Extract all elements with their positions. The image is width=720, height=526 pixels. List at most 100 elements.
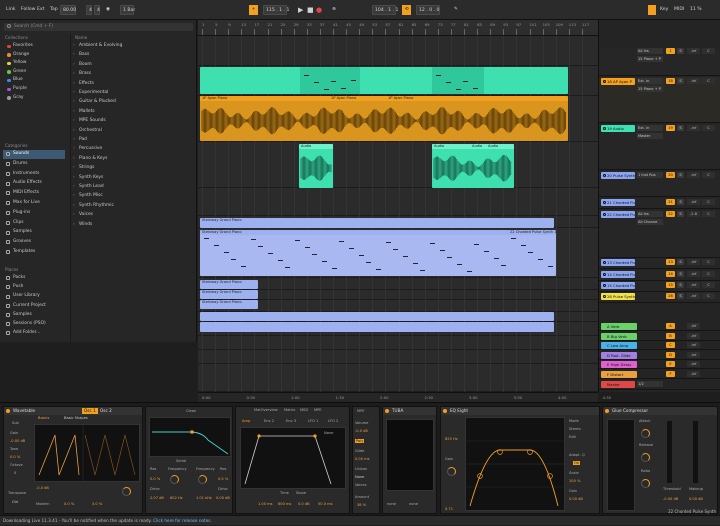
volume-value[interactable]: -inf xyxy=(687,282,700,288)
midi-button[interactable]: MIDI xyxy=(672,5,686,15)
solo-button[interactable]: S xyxy=(677,211,684,217)
freq2-knob[interactable] xyxy=(198,475,207,484)
quantize-select[interactable]: 1 Bar xyxy=(120,5,135,15)
drive2-value[interactable]: 0.00 dB xyxy=(216,496,230,500)
decay-value[interactable]: 600 ms xyxy=(278,502,291,506)
track-name[interactable]: 19 Audio xyxy=(601,125,635,132)
sig-num-field[interactable]: 4 xyxy=(86,5,92,15)
place-item[interactable]: Add Folder... xyxy=(3,329,65,338)
envelope-display[interactable] xyxy=(240,427,346,489)
wavetable-display[interactable] xyxy=(34,424,140,482)
volume-value[interactable]: -inf xyxy=(687,78,700,84)
solo-button[interactable]: S xyxy=(677,259,684,265)
return-volume[interactable]: -inf xyxy=(687,361,700,368)
volume-value[interactable]: -inf xyxy=(687,271,700,277)
browser-list-item[interactable]: › Synth Misc xyxy=(71,192,195,201)
chevron-right-icon[interactable]: › xyxy=(73,145,75,154)
master-name[interactable]: Master xyxy=(601,381,635,388)
pan-value[interactable]: C xyxy=(702,199,715,205)
collection-item[interactable]: Green xyxy=(3,68,65,77)
loop-length-field[interactable]: 12 . 0 . 0 xyxy=(416,5,440,15)
master-output[interactable]: 1/2 xyxy=(637,381,663,387)
pan-value[interactable]: C xyxy=(702,282,715,288)
category-item[interactable]: Clips xyxy=(3,219,65,228)
track-activator-icon[interactable] xyxy=(602,294,606,298)
category-item[interactable]: Plug-ins xyxy=(3,209,65,218)
browser-list-item[interactable]: › Percussive xyxy=(71,145,195,154)
browser-list-item[interactable]: › Bass xyxy=(71,51,195,60)
poly-button[interactable]: Poly xyxy=(355,439,365,443)
octave-value[interactable]: 0 xyxy=(14,471,16,475)
basics-select[interactable]: Basics xyxy=(38,416,49,420)
transpose-value[interactable]: Ctrl xyxy=(12,500,18,504)
clip[interactable]: Steinway Grand Piano xyxy=(200,290,258,299)
clip[interactable]: Audio Audio Audio xyxy=(432,144,514,188)
input-select[interactable]: Ext. In xyxy=(637,125,663,131)
amount-value[interactable]: 38 % xyxy=(357,503,366,507)
mixer-strip[interactable]: 21 Chorded Pu 21 S -inf C xyxy=(599,198,720,209)
wavetable-title[interactable]: Wavetable Osc 1 Osc 2 xyxy=(4,407,142,415)
eq-q-value[interactable]: 0.71 xyxy=(445,507,453,511)
pan-value[interactable]: C xyxy=(702,259,715,265)
return-name[interactable]: D Rad. Glide xyxy=(601,351,637,359)
eq-eight-device[interactable]: EQ Eight 825 Hz Gain 0.71 Mode Stereo Ed… xyxy=(440,406,600,514)
input-select[interactable]: All Ins xyxy=(637,211,663,217)
tap-button[interactable]: Tap xyxy=(48,5,60,15)
track-number[interactable]: 21 xyxy=(666,199,675,205)
place-item[interactable]: Packs xyxy=(3,274,65,283)
return-name[interactable]: A Verb xyxy=(601,323,637,330)
track-name[interactable]: 18 AP Ayan P xyxy=(601,78,635,85)
clip[interactable]: Steinway Grand Piano xyxy=(200,218,554,228)
track-name[interactable]: 13 Chorded Pu xyxy=(601,259,635,266)
arrangement-view[interactable]: 1 5 9 13 17 21 25 29 33 37 41 45 49 53 57 61 65 69 73 77 81 8… xyxy=(198,20,598,392)
lfo1-tab[interactable]: LFO 1 xyxy=(308,419,318,423)
track-number[interactable]: 20 xyxy=(666,172,675,178)
pan-value[interactable]: C xyxy=(702,48,715,54)
track-name[interactable]: 14 Chorded Pu xyxy=(601,271,635,278)
modulation-section[interactable]: MatOverview Matrix MIDI MPE Amp Env 2 Env 3… xyxy=(235,406,350,514)
tempo-field[interactable]: 80.00 xyxy=(60,5,76,15)
glue-compressor-device[interactable]: Glue Compressor Attack Release Ratio Thr… xyxy=(602,406,718,514)
overdub-icon[interactable]: ⊕ xyxy=(330,5,338,15)
filter-mode[interactable]: Clean xyxy=(186,409,196,413)
category-item[interactable]: Instruments xyxy=(3,170,65,179)
track-name[interactable]: 22 Chorded Pu xyxy=(601,211,635,218)
input-select[interactable]: Ext. In xyxy=(637,78,663,84)
browser-list-item[interactable]: › Experimental xyxy=(71,89,195,98)
pan-value[interactable]: C xyxy=(702,78,715,84)
mixer-strip[interactable]: 19 Audio Ext. In Master 19 S -inf C xyxy=(599,124,720,170)
chevron-right-icon[interactable]: › xyxy=(73,42,75,51)
collection-item[interactable]: Purple xyxy=(3,85,65,94)
sustain-value[interactable]: 0.0 dB xyxy=(298,502,310,506)
chevron-right-icon[interactable]: › xyxy=(73,174,75,183)
input-select[interactable]: All Ins xyxy=(637,48,663,54)
chevron-right-icon[interactable]: › xyxy=(73,155,75,164)
chevron-right-icon[interactable]: › xyxy=(73,136,75,145)
mixer-strip[interactable]: 28 Pulse Synth 28 S -inf C xyxy=(599,292,720,303)
pan-value[interactable]: C xyxy=(702,271,715,277)
browser-list-item[interactable]: › Guitar & Plucked xyxy=(71,98,195,107)
chevron-right-icon[interactable]: › xyxy=(73,127,75,136)
track-activator-icon[interactable] xyxy=(602,260,606,264)
category-item[interactable]: Samples xyxy=(3,228,65,237)
place-item[interactable]: User Library xyxy=(3,292,65,301)
output-select[interactable]: 15 Piano + P xyxy=(637,56,663,62)
return-volume[interactable]: -inf xyxy=(687,342,700,349)
unison-value[interactable]: None xyxy=(355,475,364,479)
mod-tab[interactable]: MIDI xyxy=(300,408,308,412)
add-icon[interactable]: + xyxy=(249,5,258,15)
track-name[interactable]: 28 Pulse Synth xyxy=(601,293,635,300)
clip[interactable] xyxy=(200,322,554,332)
return-strip[interactable]: E High Delay E -inf xyxy=(599,360,720,370)
threshold-value[interactable]: -0.00 dB xyxy=(663,497,678,501)
browser-list-item[interactable]: › Synth Lead xyxy=(71,183,195,192)
volume-value[interactable]: -2.8 xyxy=(687,211,700,217)
search-input[interactable]: Search (Cmd + F) xyxy=(4,23,193,31)
browser-list-item[interactable]: › Mallets xyxy=(71,108,195,117)
time-label[interactable]: Time xyxy=(280,491,289,495)
return-strip[interactable]: A Verb A -inf xyxy=(599,322,720,331)
return-strip[interactable]: B Big Verb B -inf xyxy=(599,332,720,341)
chevron-right-icon[interactable]: › xyxy=(73,61,75,70)
clip[interactable]: Steinway Grand Piano xyxy=(200,300,258,309)
osc-gain-value[interactable]: -0.0 dB xyxy=(36,486,49,490)
